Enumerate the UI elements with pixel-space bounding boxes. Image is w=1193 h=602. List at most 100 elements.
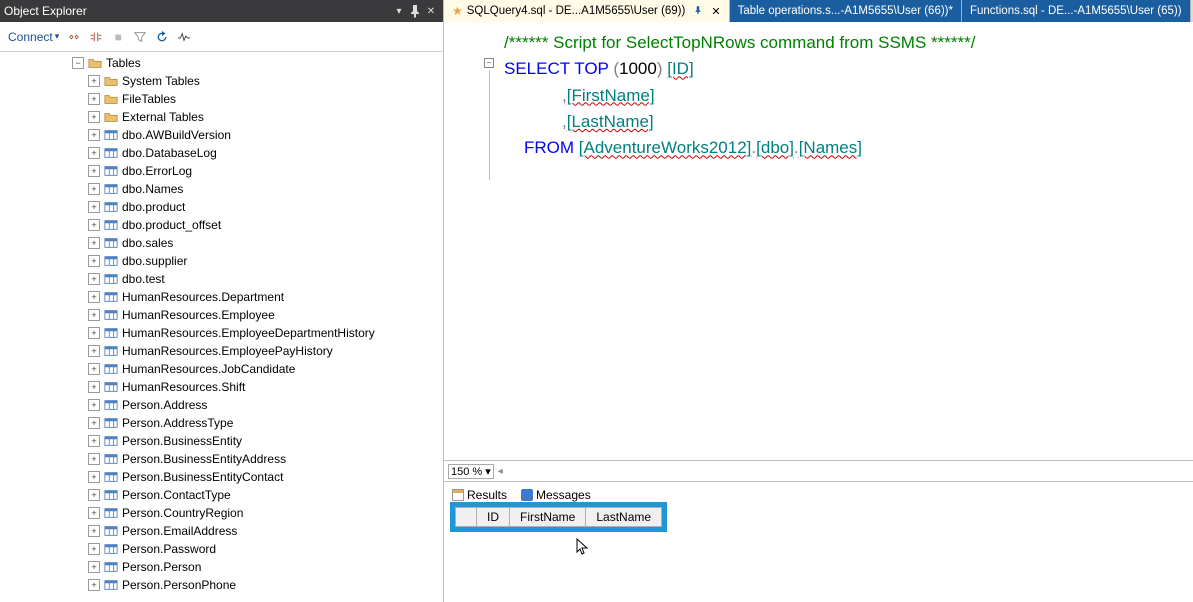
tree-node-table[interactable]: +Person.Person xyxy=(0,558,443,576)
expand-icon[interactable]: + xyxy=(88,579,100,591)
expand-icon[interactable]: + xyxy=(88,183,100,195)
star-icon: ★ xyxy=(452,4,463,18)
object-explorer-tree[interactable]: − Tables + System Tables + FileTables + … xyxy=(0,52,443,602)
filter-icon[interactable] xyxy=(129,26,151,48)
expand-icon[interactable]: + xyxy=(88,147,100,159)
expand-icon[interactable]: + xyxy=(88,129,100,141)
tree-node-table[interactable]: +dbo.Names xyxy=(0,180,443,198)
table-icon xyxy=(104,326,118,340)
expand-icon[interactable]: + xyxy=(88,291,100,303)
tree-node-table[interactable]: +Person.BusinessEntityAddress xyxy=(0,450,443,468)
panel-menu-icon[interactable]: ▾ xyxy=(391,3,407,19)
expand-icon[interactable]: + xyxy=(88,111,100,123)
expand-icon[interactable]: + xyxy=(88,417,100,429)
expand-icon[interactable]: + xyxy=(88,543,100,555)
stop-icon[interactable]: ■ xyxy=(107,26,129,48)
tree-node-table[interactable]: +dbo.DatabaseLog xyxy=(0,144,443,162)
table-icon xyxy=(104,560,118,574)
tree-node-external-tables[interactable]: + External Tables xyxy=(0,108,443,126)
expand-icon[interactable]: + xyxy=(88,255,100,267)
folder-icon xyxy=(104,74,118,88)
tree-node-table[interactable]: +dbo.product_offset xyxy=(0,216,443,234)
expand-icon[interactable]: + xyxy=(88,75,100,87)
sql-editor[interactable]: − /****** Script for SelectTopNRows comm… xyxy=(444,22,1193,460)
tree-node-table[interactable]: +HumanResources.EmployeeDepartmentHistor… xyxy=(0,324,443,342)
results-grid[interactable]: ID FirstName LastName xyxy=(455,507,662,527)
expand-icon[interactable]: + xyxy=(88,435,100,447)
refresh-icon[interactable] xyxy=(151,26,173,48)
expand-icon[interactable]: + xyxy=(88,345,100,357)
tree-node-system-tables[interactable]: + System Tables xyxy=(0,72,443,90)
tree-node-filetables[interactable]: + FileTables xyxy=(0,90,443,108)
expand-icon[interactable]: + xyxy=(88,219,100,231)
tree-node-table[interactable]: +Person.Password xyxy=(0,540,443,558)
expand-icon[interactable]: + xyxy=(88,273,100,285)
column-header-firstname[interactable]: FirstName xyxy=(510,508,586,527)
scroll-left-icon[interactable]: ◂ xyxy=(498,466,503,477)
tree-node-table[interactable]: +dbo.test xyxy=(0,270,443,288)
expand-icon[interactable]: + xyxy=(88,489,100,501)
table-icon xyxy=(104,470,118,484)
expand-icon[interactable]: + xyxy=(88,507,100,519)
connect-button[interactable]: Connect ▾ xyxy=(4,28,63,46)
zoom-level-select[interactable]: 150 % ▾ xyxy=(448,464,494,479)
column-header-id[interactable]: ID xyxy=(477,508,510,527)
tree-node-table[interactable]: +HumanResources.Employee xyxy=(0,306,443,324)
messages-tab[interactable]: Messages xyxy=(519,488,593,502)
object-explorer-panel: Object Explorer ▾ ✕ Connect ▾ ■ − Tables… xyxy=(0,0,444,602)
tree-node-table[interactable]: +Person.Address xyxy=(0,396,443,414)
pin-tab-icon[interactable] xyxy=(693,5,703,18)
tree-node-table[interactable]: +dbo.product xyxy=(0,198,443,216)
table-icon xyxy=(104,182,118,196)
tree-node-table[interactable]: +Person.BusinessEntityContact xyxy=(0,468,443,486)
cursor-icon xyxy=(576,538,590,556)
expand-icon[interactable]: + xyxy=(88,309,100,321)
expand-icon[interactable]: + xyxy=(88,561,100,573)
tree-node-table[interactable]: +Person.ContactType xyxy=(0,486,443,504)
tree-node-table[interactable]: +Person.EmailAddress xyxy=(0,522,443,540)
pin-icon[interactable] xyxy=(407,3,423,19)
results-tab[interactable]: Results xyxy=(450,488,509,502)
tree-node-table[interactable]: +HumanResources.Department xyxy=(0,288,443,306)
expand-icon[interactable]: + xyxy=(88,471,100,483)
tree-node-table[interactable]: +HumanResources.Shift xyxy=(0,378,443,396)
tab-tableoperations[interactable]: Table operations.s...-A1M5655\User (66))… xyxy=(730,0,962,22)
expand-icon[interactable]: + xyxy=(88,453,100,465)
expand-icon[interactable]: + xyxy=(88,381,100,393)
tree-node-table[interactable]: +HumanResources.EmployeePayHistory xyxy=(0,342,443,360)
sql-identifier: [Names] xyxy=(799,138,862,157)
tree-node-table[interactable]: + dbo.supplier xyxy=(0,252,443,270)
expand-icon[interactable]: + xyxy=(88,327,100,339)
table-icon xyxy=(104,488,118,502)
code-fold-icon[interactable]: − xyxy=(484,58,494,68)
tree-node-table[interactable]: +dbo.sales xyxy=(0,234,443,252)
row-selector-header[interactable] xyxy=(456,508,477,527)
collapse-icon[interactable]: − xyxy=(72,57,84,69)
expand-icon[interactable]: + xyxy=(88,399,100,411)
tree-node-table[interactable]: +Person.CountryRegion xyxy=(0,504,443,522)
tree-node-table[interactable]: +dbo.ErrorLog xyxy=(0,162,443,180)
tab-sqlquery4[interactable]: ★ SQLQuery4.sql - DE...A1M5655\User (69)… xyxy=(444,0,730,22)
expand-icon[interactable]: + xyxy=(88,363,100,375)
tab-functions[interactable]: Functions.sql - DE...-A1M5655\User (65)) xyxy=(962,0,1191,22)
tree-node-table[interactable]: +Person.BusinessEntity xyxy=(0,432,443,450)
close-tab-icon[interactable]: ✕ xyxy=(711,5,720,18)
close-icon[interactable]: ✕ xyxy=(423,3,439,19)
expand-icon[interactable]: + xyxy=(88,525,100,537)
expand-icon[interactable]: + xyxy=(88,201,100,213)
table-icon xyxy=(104,416,118,430)
expand-icon[interactable]: + xyxy=(88,237,100,249)
tree-node-table[interactable]: +dbo.AWBuildVersion xyxy=(0,126,443,144)
tree-node-table[interactable]: +Person.AddressType xyxy=(0,414,443,432)
disconnect-all-icon[interactable] xyxy=(85,26,107,48)
tree-label: dbo.supplier xyxy=(122,254,187,268)
tree-node-table[interactable]: +HumanResources.JobCandidate xyxy=(0,360,443,378)
activity-icon[interactable] xyxy=(173,26,195,48)
table-icon xyxy=(104,218,118,232)
tree-node-tables[interactable]: − Tables xyxy=(0,54,443,72)
column-header-lastname[interactable]: LastName xyxy=(586,508,662,527)
disconnect-icon[interactable] xyxy=(63,26,85,48)
expand-icon[interactable]: + xyxy=(88,165,100,177)
expand-icon[interactable]: + xyxy=(88,93,100,105)
tree-node-table[interactable]: +Person.PersonPhone xyxy=(0,576,443,594)
